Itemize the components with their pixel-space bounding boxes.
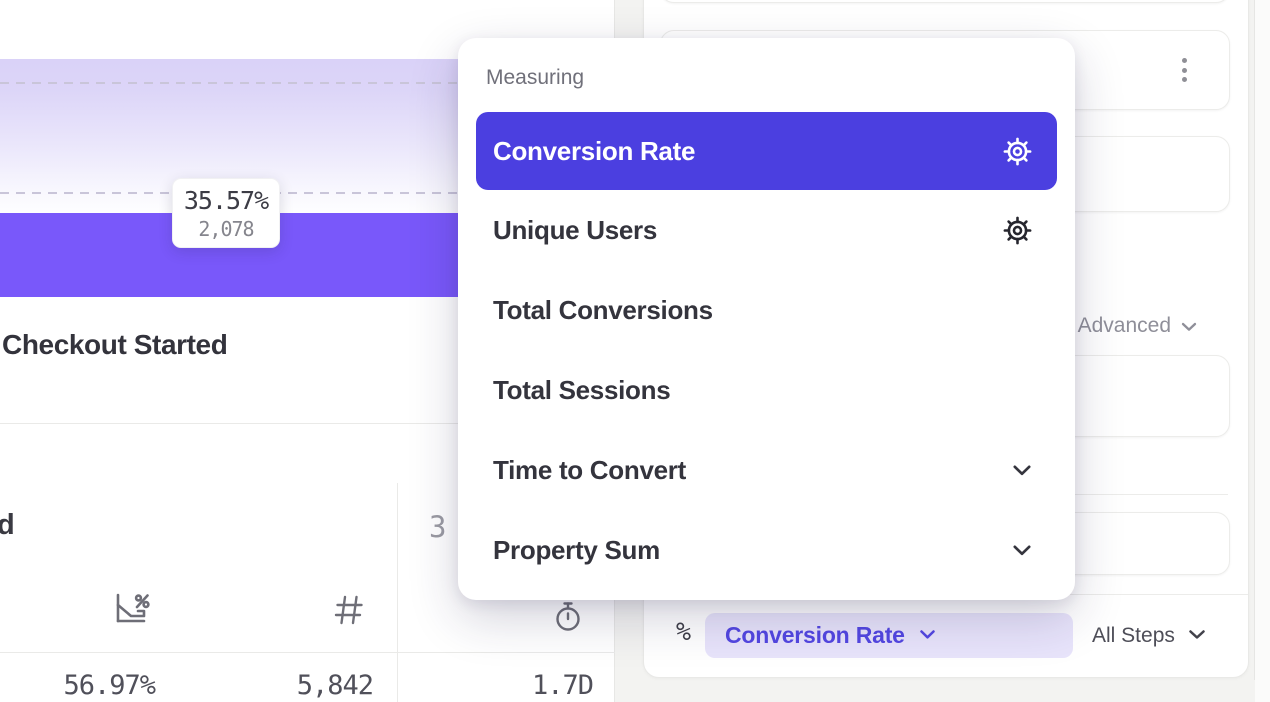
gear-icon[interactable] [1003,137,1032,166]
menu-item-label: Time to Convert [493,455,686,486]
page-edge [1255,0,1270,702]
dropdown-section-label: Measuring [486,66,1057,90]
total-count-icon [332,592,366,633]
measuring-dropdown-menu: Measuring Conversion Rate Unique Users [458,38,1075,600]
all-steps-label: All Steps [1092,624,1175,648]
tooltip-rate-value: 35.57% [184,186,268,215]
chart-tooltip: 35.57% 2,078 [172,178,280,248]
table-column-divider [397,483,398,702]
tooltip-count-value: 2,078 [198,217,253,241]
menu-item-property-sum[interactable]: Property Sum [476,510,1057,590]
menu-item-conversion-rate[interactable]: Conversion Rate [476,112,1057,190]
menu-item-time-to-convert[interactable]: Time to Convert [476,430,1057,510]
menu-item-label: Total Conversions [493,295,713,326]
gear-icon[interactable] [1003,216,1032,245]
menu-item-total-sessions[interactable]: Total Sessions [476,350,1057,430]
table-cell-conversion-rate: 56.97% [0,670,155,701]
menu-item-label: Unique Users [493,215,657,246]
divider [0,652,615,653]
table-prev-step-label: d [0,509,15,542]
menu-item-label: Total Sessions [493,375,670,406]
chevron-down-icon [1181,314,1197,338]
time-to-convert-icon [553,600,583,639]
conversion-rate-icon [110,589,150,634]
step-card[interactable] [660,0,1230,3]
all-steps-selector[interactable]: All Steps [1092,620,1206,652]
measurement-chip-label: Conversion Rate [725,622,905,649]
table-cell-time: 1.7D [420,670,593,701]
menu-item-label: Conversion Rate [493,136,695,167]
advanced-label: Advanced [1078,314,1171,338]
chevron-down-icon [1012,544,1032,557]
kebab-menu-icon[interactable] [1178,54,1191,86]
menu-item-label: Property Sum [493,535,660,566]
menu-item-total-conversions[interactable]: Total Conversions [476,270,1057,350]
funnel-step-label: Checkout Started [2,329,227,361]
table-next-step-number: 3 [429,510,446,544]
menu-item-unique-users[interactable]: Unique Users [476,190,1057,270]
measurement-chip[interactable]: Conversion Rate [705,613,1073,658]
chevron-down-icon [1012,464,1032,477]
percent-symbol-label: % [676,617,691,646]
chevron-down-icon [919,627,936,645]
chevron-down-icon [1188,627,1206,645]
table-cell-count: 5,842 [180,670,373,701]
